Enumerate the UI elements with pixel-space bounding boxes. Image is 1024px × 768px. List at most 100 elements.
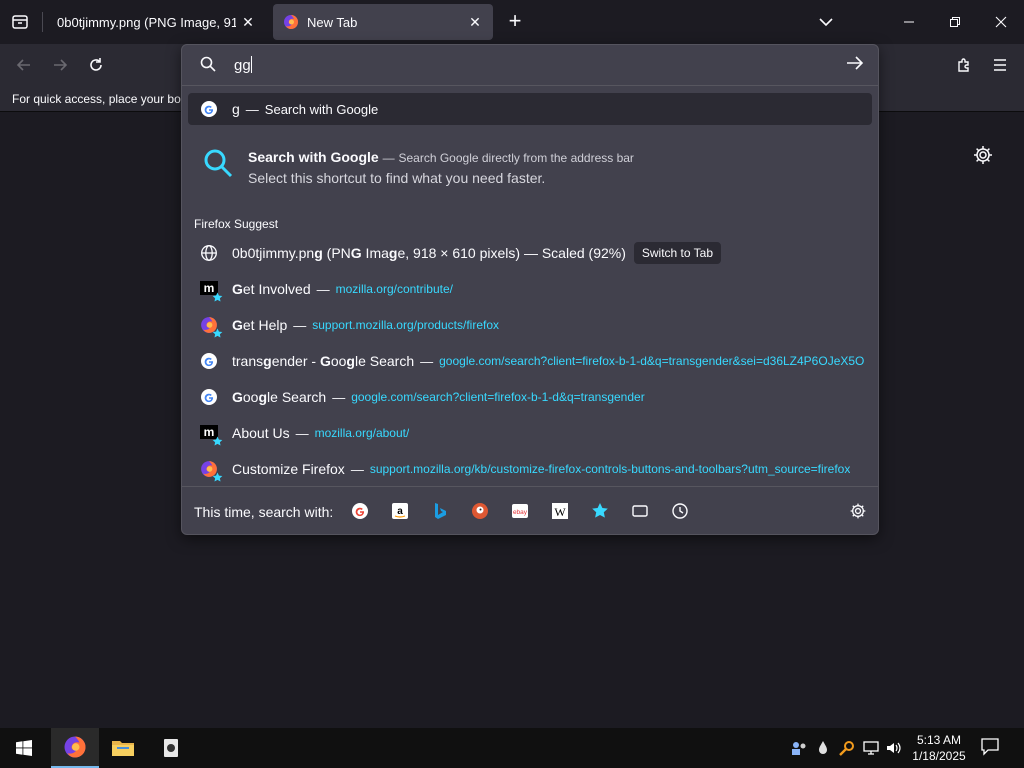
heuristic-query: g <box>232 101 240 117</box>
google-engine-button[interactable] <box>350 501 370 521</box>
suggestion-row[interactable]: Get Help — support.mozilla.org/products/fi… <box>188 309 872 341</box>
forward-button[interactable] <box>46 53 74 77</box>
reload-button[interactable] <box>82 53 110 77</box>
urlbar-input[interactable]: gg <box>234 56 794 74</box>
bing-icon <box>435 503 446 519</box>
wikipedia-engine-button[interactable]: W <box>550 501 570 521</box>
restore-button[interactable] <box>932 0 978 44</box>
bookmarks-search-button[interactable] <box>590 501 610 521</box>
heuristic-search-row[interactable]: g — Search with Google <box>188 93 872 125</box>
mozilla-icon: m <box>200 424 223 446</box>
title-fragment: le Search <box>267 389 327 405</box>
tab-new-tab[interactable]: New Tab ✕ <box>273 4 493 40</box>
search-key-icon[interactable] <box>838 739 856 757</box>
app-menu-button[interactable] <box>986 53 1014 77</box>
volume-icon[interactable] <box>885 739 903 757</box>
suggestion-url: support.mozilla.org/products/firefox <box>312 318 499 332</box>
tip-dash: — <box>382 151 395 165</box>
gear-icon <box>974 146 992 164</box>
title-fragment: g <box>314 245 323 261</box>
arrow-right-icon <box>847 56 864 70</box>
bookmark-star-icon <box>212 472 223 482</box>
suggestion-url: mozilla.org/contribute/ <box>335 282 453 296</box>
duckduckgo-icon <box>472 503 488 519</box>
action-center-button[interactable] <box>980 736 1004 760</box>
history-search-button[interactable] <box>670 501 690 521</box>
title-fragment: g <box>263 353 272 369</box>
suggestion-row[interactable]: m Get Involved — mozilla.org/contribute/ <box>188 273 872 305</box>
clock-time: 5:13 AM <box>916 733 962 747</box>
app-icon <box>164 739 178 757</box>
urlbar-popup: gg g — Search with Google Search with Go… <box>181 44 879 535</box>
tab-close-button[interactable]: ✕ <box>463 10 487 34</box>
heuristic-action: Search with Google <box>264 101 379 117</box>
amazon-engine-button[interactable]: a <box>390 501 410 521</box>
urlbar-search-mode-button[interactable] <box>199 55 217 73</box>
start-button[interactable] <box>0 728 48 768</box>
title-fragment: G <box>319 353 331 369</box>
search-settings-button[interactable] <box>848 501 868 521</box>
bookmark-star-icon <box>212 436 223 446</box>
suggestion-row[interactable]: transgender - Google Search — google.com/s… <box>188 345 872 377</box>
suggestion-title: Get Involved <box>232 281 311 297</box>
suggestion-title: About Us <box>232 425 290 441</box>
tabs-search-button[interactable] <box>630 501 650 521</box>
title-bar: 0b0tjimmy.png (PNG Image, 918 × ✕ New Ta… <box>0 0 1024 44</box>
taskbar-app[interactable] <box>147 728 195 768</box>
title-fragment: et Involved <box>242 281 311 297</box>
suggestion-title: Get Help <box>232 317 287 333</box>
suggestion-row[interactable]: Customize Firefox — support.mozilla.org/kb… <box>188 453 872 485</box>
go-button[interactable] <box>846 55 870 75</box>
taskbar-firefox[interactable] <box>51 728 99 768</box>
clock-date: 1/18/2025 <box>912 749 966 763</box>
back-arrow-icon <box>16 59 30 71</box>
new-tab-button[interactable]: + <box>502 10 528 34</box>
restore-icon <box>950 17 960 27</box>
tab-close-button[interactable]: ✕ <box>236 10 260 34</box>
system-clock[interactable]: 5:13 AM 1/18/2025 <box>908 732 970 764</box>
title-fragment: g <box>258 389 268 405</box>
suggestion-row[interactable]: 0b0tjimmy.png (PNG Image, 918 × 610 pixe… <box>188 237 872 269</box>
title-fragment: le Search <box>354 353 415 369</box>
close-window-button[interactable] <box>978 0 1024 44</box>
separator-dash: — <box>316 281 330 297</box>
title-fragment: 0b0tjimmy.pn <box>232 245 315 261</box>
forward-arrow-icon <box>54 59 68 71</box>
extensions-button[interactable] <box>950 53 978 77</box>
one-off-search-bar: This time, search with: a ebay W <box>182 487 878 535</box>
svg-text:ebay: ebay <box>513 509 528 516</box>
firefox-icon <box>200 316 223 338</box>
tabs-icon <box>632 505 648 517</box>
title-fragment: Customize Firefox <box>232 461 345 477</box>
svg-text:a: a <box>397 506 403 517</box>
title-fragment: G <box>350 245 362 261</box>
tab-separator <box>42 12 43 32</box>
duckduckgo-engine-button[interactable] <box>470 501 490 521</box>
title-fragment: G <box>232 389 243 405</box>
taskbar-file-explorer[interactable] <box>99 728 147 768</box>
title-fragment: oo <box>242 389 259 405</box>
search-with-label: This time, search with: <box>194 504 334 520</box>
title-fragment: trans <box>232 353 264 369</box>
tab-title: 0b0tjimmy.png (PNG Image, 918 × <box>57 14 236 30</box>
ebay-engine-button[interactable]: ebay <box>510 501 530 521</box>
network-people-icon[interactable] <box>790 739 808 757</box>
minimize-button[interactable] <box>886 0 932 44</box>
mozilla-icon: m <box>200 280 223 302</box>
suggestion-row[interactable]: m About Us — mozilla.org/about/ <box>188 417 872 449</box>
suggestion-title: Customize Firefox <box>232 461 345 477</box>
back-button[interactable] <box>10 53 38 77</box>
bing-engine-button[interactable] <box>430 501 450 521</box>
firefox-view-button[interactable] <box>8 10 32 34</box>
tab-image[interactable]: 0b0tjimmy.png (PNG Image, 918 × ✕ <box>44 4 266 40</box>
list-all-tabs-button[interactable] <box>812 10 840 34</box>
network-icon[interactable] <box>862 739 880 757</box>
suggestion-row[interactable]: Google Search — google.com/search?client=f… <box>188 381 872 413</box>
drop-icon[interactable] <box>814 739 832 757</box>
new-tab-settings-button[interactable] <box>972 144 994 166</box>
google-icon <box>352 503 368 519</box>
suggestion-url: google.com/search?client=firefox-b-1-d&q… <box>351 390 645 404</box>
search-shortcut-tip[interactable]: Search with Google — Search Google direc… <box>188 137 872 191</box>
suggestion-title: transgender - Google Search <box>232 353 414 369</box>
tip-description: Search Google directly from the address … <box>398 151 634 165</box>
